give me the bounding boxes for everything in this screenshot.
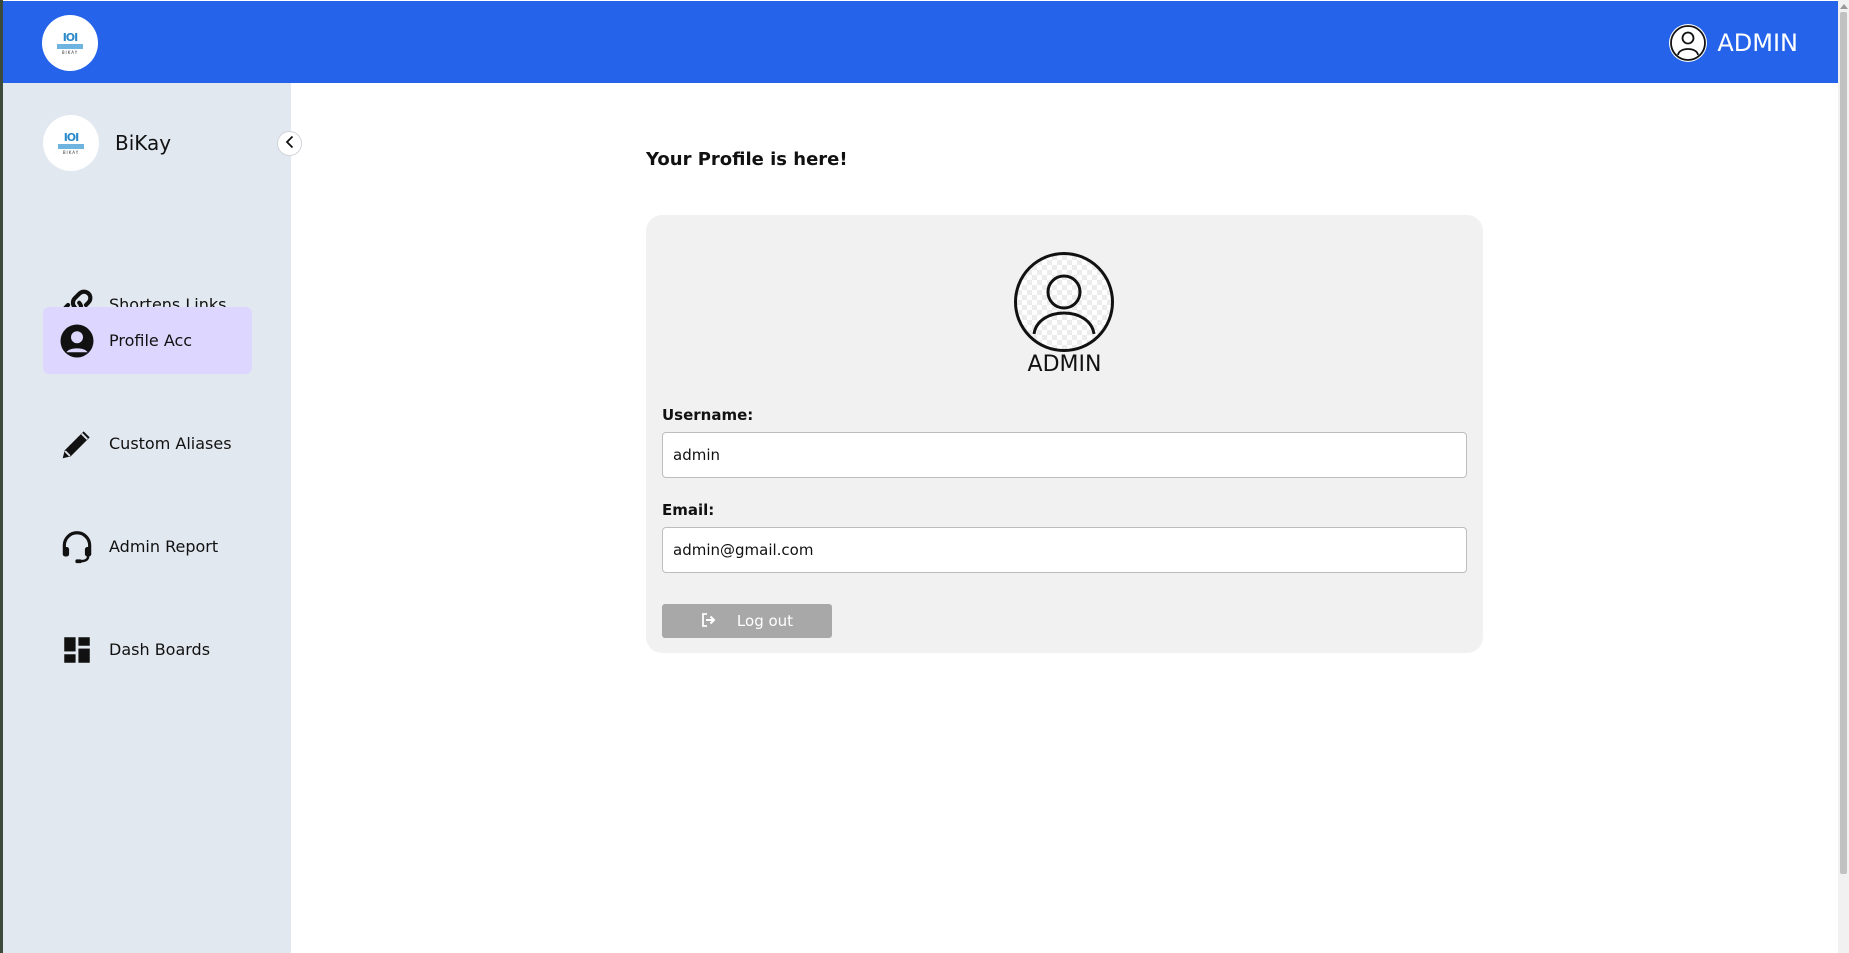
scroll-up-arrow-icon[interactable] [1840,4,1848,9]
page-scrollbar[interactable] [1838,0,1849,953]
sidebar-item-profile-acc[interactable]: Profile Acc [43,307,252,374]
profile-display-name: ADMIN [1027,352,1102,377]
headset-icon [57,527,97,567]
sidebar: IOI BIKAY BiKay Shortens Links Profile Ac… [3,83,291,953]
sidebar-item-label: Profile Acc [109,331,193,350]
chevron-left-icon [284,134,296,153]
logout-button[interactable]: Log out [662,604,832,638]
email-field[interactable] [662,527,1467,573]
brand-name: BiKay [115,131,172,155]
email-label: Email: [662,501,715,519]
user-name: ADMIN [1717,29,1798,57]
user-circle-icon [57,321,97,361]
user-avatar-icon [1669,24,1708,62]
scrollbar-thumb[interactable] [1840,12,1847,874]
sidebar-brand: IOI BIKAY BiKay [43,115,171,171]
app-logo[interactable]: IOI BIKAY [42,15,98,71]
profile-card: ADMIN Username: Email: Log out [646,215,1483,653]
dashboard-icon [57,630,97,670]
page-title: Your Profile is here! [646,149,848,170]
sidebar-item-label: Custom Aliases [109,434,232,453]
sidebar-item-label: Admin Report [109,537,219,556]
sidebar-item-admin-report[interactable]: Admin Report [43,513,252,580]
user-menu[interactable]: ADMIN [1669,23,1798,63]
top-navbar: IOI BIKAY ADMIN [3,1,1838,83]
profile-avatar-icon [1014,252,1114,352]
sidebar-item-dash-boards[interactable]: Dash Boards [43,616,252,683]
sidebar-item-custom-aliases[interactable]: Custom Aliases [43,410,252,477]
sidebar-collapse-button[interactable] [277,131,302,156]
username-field[interactable] [662,432,1467,478]
sidebar-item-label: Dash Boards [109,640,211,659]
logout-label: Log out [736,612,794,630]
pencil-icon [57,424,97,464]
sign-out-icon [701,612,717,630]
username-label: Username: [662,406,754,424]
brand-logo: IOI BIKAY [43,115,99,171]
